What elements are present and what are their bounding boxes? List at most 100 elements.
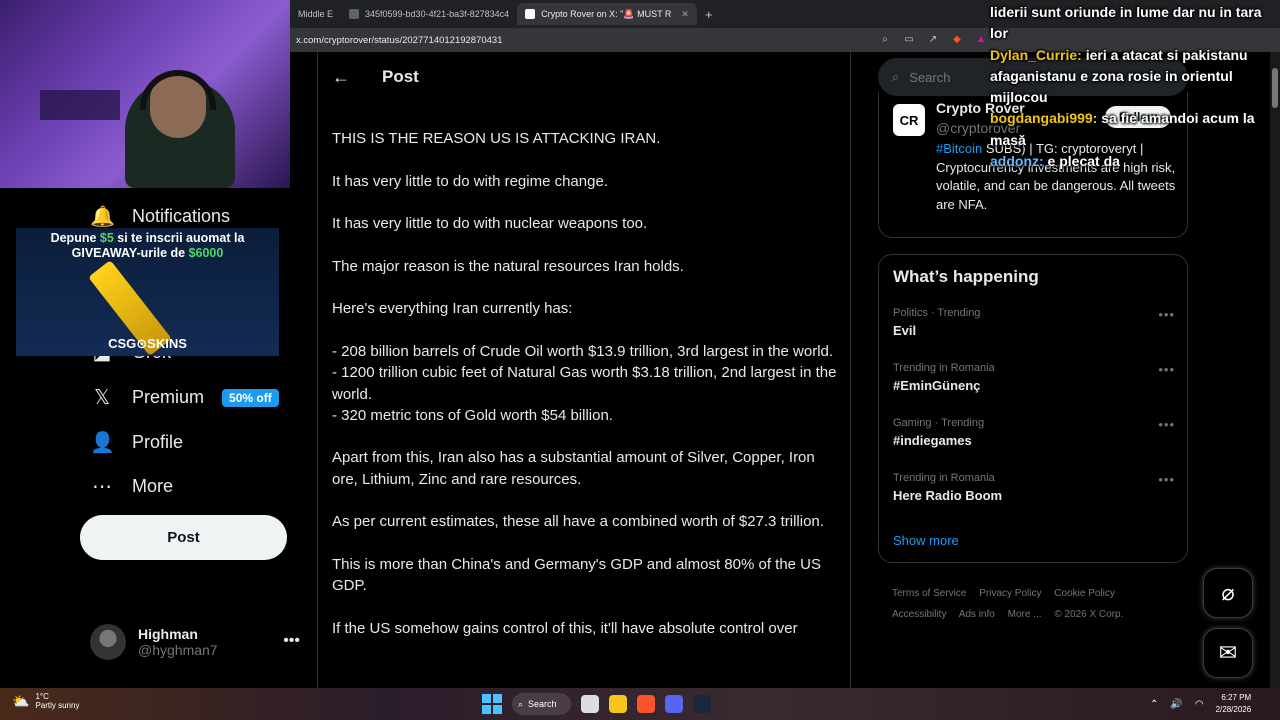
more-dots-icon[interactable]: ••• bbox=[1158, 472, 1175, 487]
nav-item-more[interactable]: ⋯ More bbox=[90, 474, 173, 499]
taskbar-search[interactable]: ⌕ Search bbox=[512, 693, 571, 715]
nav-label: Profile bbox=[132, 432, 184, 452]
chat-message: liderii sunt oriunde in lume dar nu in t… bbox=[990, 2, 1270, 45]
chat-text: liderii sunt oriunde in lume dar nu in t… bbox=[990, 4, 1262, 42]
nav-label: Premium bbox=[132, 387, 205, 407]
chat-message: bogdangabi999: sa fie amandoi acum la ma… bbox=[990, 108, 1270, 151]
footer-link[interactable]: More ... bbox=[1008, 609, 1042, 620]
more-dots-icon[interactable]: ••• bbox=[1158, 307, 1175, 322]
system-tray: ⌃ 🔊 ◠ 6:27 PM 2/28/2026 bbox=[1150, 692, 1251, 716]
stream-chat-overlay: liderii sunt oriunde in lume dar nu in t… bbox=[990, 2, 1270, 172]
nav-item-premium[interactable]: 𝕏 Premium 50% off bbox=[90, 385, 279, 410]
clock[interactable]: 6:27 PM 2/28/2026 bbox=[1216, 692, 1252, 716]
post-header: ← Post bbox=[318, 52, 850, 102]
page-title: Post bbox=[382, 67, 419, 86]
brave-browser-icon[interactable] bbox=[636, 695, 655, 713]
trend-name: Here Radio Boom bbox=[893, 488, 1003, 503]
wifi-icon[interactable]: ◠ bbox=[1195, 699, 1204, 710]
tab-label: Middle E bbox=[298, 9, 334, 19]
giveaway-amount: $6000 bbox=[188, 246, 224, 260]
discount-badge: 50% off bbox=[222, 388, 279, 407]
trend-name: Evil bbox=[893, 323, 917, 338]
nav-item-profile[interactable]: 👤 Profile bbox=[90, 430, 183, 455]
trend-item[interactable]: Trending in Romania #EminGünenç ••• bbox=[893, 362, 1175, 393]
more-dots-icon[interactable]: ••• bbox=[1158, 417, 1175, 432]
tweet-paragraph: If the US somehow gains control of this,… bbox=[332, 619, 798, 637]
trend-item[interactable]: Gaming · Trending #indiegames ••• bbox=[893, 417, 1175, 448]
account-name: Highman bbox=[138, 626, 198, 642]
trend-meta: Politics · Trending bbox=[893, 307, 981, 319]
trend-item[interactable]: Politics · Trending Evil ••• bbox=[893, 307, 1175, 338]
chat-text: e plecat da bbox=[1047, 153, 1120, 170]
tweet-paragraph: It has very little to do with nuclear we… bbox=[332, 215, 648, 233]
browser-tab[interactable]: Middle E bbox=[290, 3, 341, 25]
clock-time: 6:27 PM bbox=[1221, 693, 1252, 702]
footer-link[interactable]: Privacy Policy bbox=[979, 588, 1041, 599]
taskbar-apps: ⌕ Search bbox=[482, 693, 711, 715]
rewards-icon[interactable]: ▲ bbox=[974, 34, 988, 45]
cast-icon[interactable]: ▭ bbox=[902, 34, 916, 45]
envelope-icon: ✉ bbox=[1218, 640, 1238, 665]
tweet-paragraph: It has very little to do with regime cha… bbox=[332, 172, 608, 190]
trend-name: #indiegames bbox=[893, 433, 972, 448]
messages-float-button[interactable]: ✉ bbox=[1203, 628, 1253, 678]
scrollbar[interactable] bbox=[1270, 52, 1280, 688]
footer-link[interactable]: Cookie Policy bbox=[1054, 588, 1115, 599]
tweet-paragraph: Apart from this, Iran also has a substan… bbox=[332, 449, 815, 488]
share-icon[interactable]: ↗ bbox=[926, 34, 940, 45]
brave-shield-icon[interactable]: ◆ bbox=[950, 34, 964, 45]
chevron-up-icon[interactable]: ⌃ bbox=[1150, 699, 1158, 710]
tab-label: Crypto Rover on X: "🚨 MUST R bbox=[541, 8, 672, 19]
weather-text: 1°C Partly sunny bbox=[35, 692, 79, 710]
close-tab-icon[interactable]: ✕ bbox=[681, 9, 689, 20]
person-icon: 👤 bbox=[90, 432, 115, 454]
tab-favicon-icon bbox=[349, 9, 360, 19]
weather-temp: 1°C bbox=[35, 692, 49, 701]
nav-item-notifications[interactable]: 🔔 Notifications bbox=[90, 204, 230, 229]
speaker-icon[interactable]: 🔊 bbox=[1170, 699, 1182, 710]
new-tab-button[interactable]: + bbox=[697, 7, 721, 22]
browser-tab-active[interactable]: Crypto Rover on X: "🚨 MUST R ✕ bbox=[517, 3, 697, 25]
footer-links: Terms of Service Privacy Policy Cookie P… bbox=[892, 583, 1182, 625]
footer-link[interactable]: Accessibility bbox=[892, 609, 946, 620]
weather-desc: Partly sunny bbox=[35, 701, 80, 710]
tweet-paragraph: As per current estimates, these all have… bbox=[332, 513, 824, 531]
zoom-icon[interactable]: ⌕ bbox=[878, 34, 892, 45]
more-dots-icon[interactable]: ••• bbox=[1158, 362, 1175, 377]
footer-link[interactable]: Ads info bbox=[959, 609, 995, 620]
whats-happening-panel: What’s happening Politics · Trending Evi… bbox=[878, 254, 1188, 563]
steam-icon[interactable] bbox=[692, 695, 711, 713]
back-arrow-icon[interactable]: ← bbox=[332, 67, 352, 88]
giveaway-line: Depune bbox=[50, 231, 100, 245]
trend-item[interactable]: Trending in Romania Here Radio Boom ••• bbox=[893, 472, 1175, 503]
profile-logo[interactable]: CR bbox=[893, 104, 925, 136]
discord-icon[interactable] bbox=[664, 695, 683, 713]
scroll-thumb[interactable] bbox=[1272, 68, 1278, 108]
trend-name: #EminGünenç bbox=[893, 378, 981, 393]
webcam-shelf bbox=[40, 90, 120, 120]
url-text[interactable]: x.com/cryptorover/status/202771401219287… bbox=[296, 35, 503, 46]
tweet-paragraph: - 208 billion barrels of Crude Oil worth… bbox=[332, 342, 837, 424]
post-button[interactable]: Post bbox=[80, 515, 287, 560]
tweet-paragraph: Here's everything Iran currently has: bbox=[332, 300, 573, 318]
clock-date: 2/28/2026 bbox=[1215, 705, 1252, 714]
weather-widget[interactable]: ⛅ 1°C Partly sunny bbox=[12, 692, 79, 710]
footer-link[interactable]: Terms of Service bbox=[892, 588, 966, 599]
column-divider bbox=[850, 52, 851, 688]
grok-float-button[interactable]: ⌀ bbox=[1203, 568, 1253, 618]
task-view-icon[interactable] bbox=[580, 695, 599, 713]
copyright: © 2026 X Corp. bbox=[1054, 609, 1124, 620]
account-switcher[interactable]: Highman @hyghman7 ••• bbox=[90, 624, 300, 660]
windows-taskbar: ⛅ 1°C Partly sunny ⌕ Search ⌃ 🔊 ◠ 6:27 PM… bbox=[0, 688, 1280, 720]
hashtag-link[interactable]: #Bitcoin bbox=[936, 141, 982, 156]
browser-tab[interactable]: 345f0599-bd30-4f21-ba3f-827834c4 bbox=[341, 3, 517, 25]
tweet-text: THIS IS THE REASON US IS ATTACKING IRAN.… bbox=[332, 128, 840, 660]
tab-label: 345f0599-bd30-4f21-ba3f-827834c4 bbox=[365, 9, 510, 19]
nav-label: More bbox=[132, 476, 174, 496]
trend-meta: Gaming · Trending bbox=[893, 417, 985, 429]
giveaway-line: si te inscrii auomat la bbox=[113, 231, 245, 245]
windows-start-icon[interactable] bbox=[482, 694, 502, 714]
show-more-link[interactable]: Show more bbox=[893, 533, 959, 548]
more-dots-icon[interactable]: ••• bbox=[283, 632, 300, 650]
file-explorer-icon[interactable] bbox=[608, 695, 627, 713]
